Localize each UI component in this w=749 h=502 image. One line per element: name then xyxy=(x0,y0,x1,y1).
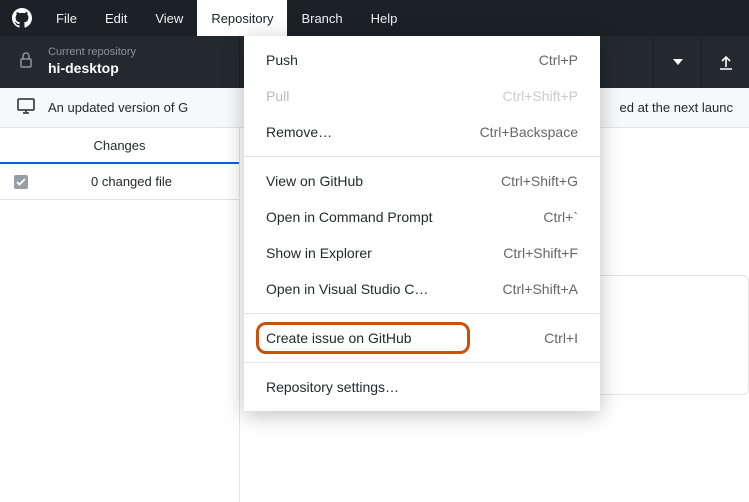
repo-label: Current repository xyxy=(48,46,136,60)
menu-branch[interactable]: Branch xyxy=(287,0,356,36)
dropdown-item-shortcut: Ctrl+` xyxy=(543,209,578,225)
desktop-icon xyxy=(16,97,36,118)
changes-row: 0 changed file xyxy=(0,164,239,200)
menu-edit[interactable]: Edit xyxy=(91,0,141,36)
dropdown-item-shortcut: Ctrl+P xyxy=(539,52,578,68)
dropdown-item-shortcut: Ctrl+Shift+A xyxy=(503,281,578,297)
notice-text-right: ed at the next launc xyxy=(620,100,733,115)
sidebar: Changes 0 changed file xyxy=(0,128,240,502)
dropdown-item-view-on-github[interactable]: View on GitHub Ctrl+Shift+G xyxy=(244,163,600,199)
dropdown-item-create-issue-on-github[interactable]: Create issue on GitHub Ctrl+I xyxy=(244,320,600,356)
dropdown-separator xyxy=(244,362,600,363)
dropdown-item-pull: Pull Ctrl+Shift+P xyxy=(244,78,600,114)
dropdown-item-remove[interactable]: Remove… Ctrl+Backspace xyxy=(244,114,600,150)
changed-files-text: 0 changed file xyxy=(38,174,225,189)
repo-text: Current repository hi-desktop xyxy=(48,46,136,77)
tab-changes[interactable]: Changes xyxy=(0,128,239,163)
dropdown-item-label: Open in Visual Studio C… xyxy=(266,281,428,297)
dropdown-item-label: Open in Command Prompt xyxy=(266,209,433,225)
dropdown-separator xyxy=(244,156,600,157)
menu-help[interactable]: Help xyxy=(357,0,412,36)
notice-text-left: An updated version of G xyxy=(48,100,188,115)
github-logo-icon xyxy=(12,8,32,28)
dropdown-item-shortcut: Ctrl+Shift+G xyxy=(501,173,578,189)
dropdown-item-label: Show in Explorer xyxy=(266,245,372,261)
dropdown-item-shortcut: Ctrl+Shift+P xyxy=(503,88,578,104)
dropdown-item-label: Pull xyxy=(266,88,289,104)
dropdown-item-label: Repository settings… xyxy=(266,379,399,395)
dropdown-item-shortcut: Ctrl+I xyxy=(544,330,578,346)
check-icon xyxy=(16,178,26,186)
chevron-down-icon xyxy=(673,59,683,65)
dropdown-item-repository-settings[interactable]: Repository settings… xyxy=(244,369,600,405)
toolbar-push-button[interactable] xyxy=(701,36,749,88)
dropdown-item-open-in-visual-studio-c[interactable]: Open in Visual Studio C… Ctrl+Shift+A xyxy=(244,271,600,307)
menu-repository[interactable]: Repository xyxy=(197,0,287,36)
dropdown-item-shortcut: Ctrl+Shift+F xyxy=(503,245,578,261)
repository-dropdown: Push Ctrl+P Pull Ctrl+Shift+P Remove… Ctrl+Ba… xyxy=(244,36,600,411)
dropdown-item-push[interactable]: Push Ctrl+P xyxy=(244,42,600,78)
lock-icon xyxy=(18,51,34,74)
dropdown-item-open-in-command-prompt[interactable]: Open in Command Prompt Ctrl+` xyxy=(244,199,600,235)
dropdown-item-shortcut: Ctrl+Backspace xyxy=(480,124,578,140)
dropdown-item-label: Create issue on GitHub xyxy=(266,330,412,346)
dropdown-item-label: Remove… xyxy=(266,124,332,140)
menu-bar: File Edit View Repository Branch Help xyxy=(0,0,749,36)
dropdown-item-show-in-explorer[interactable]: Show in Explorer Ctrl+Shift+F xyxy=(244,235,600,271)
repo-selector[interactable]: Current repository hi-desktop xyxy=(0,36,240,88)
dropdown-item-label: View on GitHub xyxy=(266,173,363,189)
dropdown-item-label: Push xyxy=(266,52,298,68)
upload-icon xyxy=(717,53,735,71)
menu-file[interactable]: File xyxy=(42,0,91,36)
menu-view[interactable]: View xyxy=(141,0,197,36)
select-all-checkbox[interactable] xyxy=(14,175,28,189)
dropdown-separator xyxy=(244,313,600,314)
repo-name: hi-desktop xyxy=(48,60,136,78)
sidebar-tabs: Changes xyxy=(0,128,239,164)
toolbar-dropdown-button[interactable] xyxy=(653,36,701,88)
